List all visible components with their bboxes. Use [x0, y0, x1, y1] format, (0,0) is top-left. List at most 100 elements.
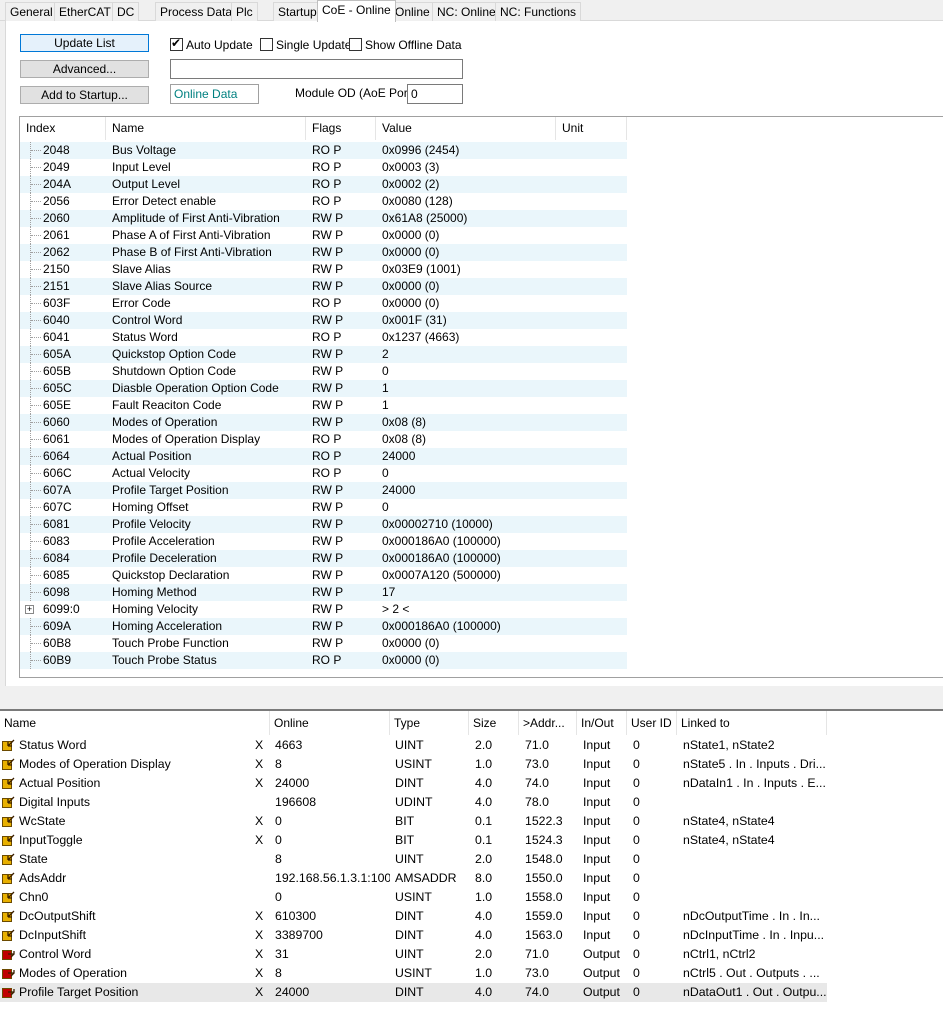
cell-flags: RW P: [312, 398, 344, 412]
list-item[interactable]: 6081 Profile Velocity RW P 0x00002710 (1000…: [20, 516, 627, 533]
tab-general[interactable]: General: [5, 2, 58, 21]
column-header-index[interactable]: Index: [20, 117, 106, 140]
tab-nc-functions[interactable]: NC: Functions: [495, 2, 582, 21]
list-item[interactable]: 606C Actual Velocity RO P 0: [20, 465, 627, 482]
tab-online[interactable]: Online: [390, 2, 435, 21]
list-item[interactable]: 6064 Actual Position RO P 24000: [20, 448, 627, 465]
tab-plc[interactable]: Plc: [231, 2, 258, 21]
list-item[interactable]: 6085 Quickstop Declaration RW P 0x0007A120 …: [20, 567, 627, 584]
list-item[interactable]: 6084 Profile Deceleration RW P 0x000186A0 (…: [20, 550, 627, 567]
list-item[interactable]: 2060 Amplitude of First Anti-Vibration RW …: [20, 210, 627, 227]
list-item[interactable]: 2150 Slave Alias RW P 0x03E9 (1001): [20, 261, 627, 278]
table-row[interactable]: Digital Inputs 196608 UDINT 4.0 78.0 Input 0: [0, 793, 827, 812]
list-item[interactable]: 609A Homing Acceleration RW P 0x000186A0 (1…: [20, 618, 627, 635]
column-header-flags[interactable]: Flags: [306, 117, 376, 140]
list-item[interactable]: 2151 Slave Alias Source RW P 0x0000 (0): [20, 278, 627, 295]
list-item[interactable]: 605A Quickstop Option Code RW P 2: [20, 346, 627, 363]
list-item[interactable]: 6083 Profile Acceleration RW P 0x000186A0 (…: [20, 533, 627, 550]
table-row[interactable]: Actual Position X 24000 DINT 4.0 74.0 Input 0 nD…: [0, 774, 827, 793]
update-list-button[interactable]: Update List: [20, 34, 149, 52]
tab-dc[interactable]: DC: [112, 2, 140, 21]
tab-ethercat[interactable]: EtherCAT: [54, 2, 116, 21]
column-header-name[interactable]: Name: [106, 117, 306, 140]
cell-name: Profile Deceleration: [112, 551, 217, 565]
table-row[interactable]: Modes of Operation Display X 8 USINT 1.0 73.0…: [0, 755, 827, 774]
module-od-input[interactable]: 0: [407, 84, 463, 104]
variables-grid[interactable]: Name Online Type Size >Addr... In/Out Us…: [0, 711, 943, 1033]
cell-value: 1: [382, 381, 389, 395]
show-offline-data-checkbox[interactable]: Show Offline Data: [349, 37, 462, 53]
column-header-type[interactable]: Type: [390, 711, 469, 735]
expand-plus-icon[interactable]: +: [25, 605, 34, 614]
cell-online: 24000: [275, 776, 310, 790]
auto-update-checkbox[interactable]: ✔ Auto Update: [170, 36, 253, 53]
list-item[interactable]: 2048 Bus Voltage RO P 0x0996 (2454): [20, 142, 627, 159]
list-item[interactable]: 605C Diasble Operation Option Code RW P 1: [20, 380, 627, 397]
cell-name: Profile Target Position: [19, 985, 139, 999]
cell-index: 6040: [43, 313, 70, 327]
tab-coe-online[interactable]: CoE - Online: [317, 0, 396, 22]
list-item[interactable]: 6040 Control Word RW P 0x001F (31): [20, 312, 627, 329]
column-header-addr[interactable]: >Addr...: [519, 711, 577, 735]
list-item[interactable]: +6099:0 Homing Velocity RW P > 2 <: [20, 601, 627, 618]
cell-value: 0x0000 (0): [382, 296, 440, 310]
cell-name: Profile Acceleration: [112, 534, 215, 548]
table-row[interactable]: Modes of Operation X 8 USINT 1.0 73.0 Output 0 n…: [0, 964, 827, 983]
list-item[interactable]: 6041 Status Word RO P 0x1237 (4663): [20, 329, 627, 346]
column-header-online[interactable]: Online: [270, 711, 390, 735]
table-row[interactable]: Control Word X 31 UINT 2.0 71.0 Output 0 nCtrl1,…: [0, 945, 827, 964]
column-header-user-id[interactable]: User ID: [627, 711, 677, 735]
list-item[interactable]: 6061 Modes of Operation Display RO P 0x08 (…: [20, 431, 627, 448]
table-row[interactable]: AdsAddr 192.168.56.1.3.1:1001 AMSADDR 8.0 15…: [0, 869, 827, 888]
tab-process-data[interactable]: Process Data: [155, 2, 238, 21]
table-row[interactable]: Profile Target Position X 24000 DINT 4.0 74.0…: [0, 983, 827, 1002]
column-header-value[interactable]: Value: [376, 117, 556, 140]
table-row[interactable]: WcState X 0 BIT 0.1 1522.3 Input 0 nState4, nSta…: [0, 812, 827, 831]
list-item[interactable]: 6098 Homing Method RW P 17: [20, 584, 627, 601]
list-item[interactable]: 2061 Phase A of First Anti-Vibration RW P 0…: [20, 227, 627, 244]
cell-size: 4.0: [475, 909, 493, 923]
table-row[interactable]: DcInputShift X 3389700 DINT 4.0 1563.0 Input 0 n…: [0, 926, 827, 945]
list-item[interactable]: 2062 Phase B of First Anti-Vibration RW P 0…: [20, 244, 627, 261]
cell-flags: RW P: [312, 364, 344, 378]
column-header-in-out[interactable]: In/Out: [577, 711, 627, 735]
search-input[interactable]: [170, 59, 463, 79]
column-header-size[interactable]: Size: [469, 711, 519, 735]
tab-nc-online[interactable]: NC: Online: [432, 2, 501, 21]
column-header-linked-to[interactable]: Linked to: [677, 711, 827, 735]
list-item[interactable]: 607C Homing Offset RW P 0: [20, 499, 627, 516]
column-header-name[interactable]: Name: [0, 711, 270, 735]
list-item[interactable]: 60B8 Touch Probe Function RW P 0x0000 (0): [20, 635, 627, 652]
cell-linked-to: nState4, nState4: [683, 814, 775, 828]
single-update-checkbox[interactable]: Single Update: [260, 37, 351, 53]
list-item[interactable]: 603F Error Code RO P 0x0000 (0): [20, 295, 627, 312]
list-item[interactable]: 605B Shutdown Option Code RW P 0: [20, 363, 627, 380]
cell-name: Slave Alias Source: [112, 279, 213, 293]
advanced-button[interactable]: Advanced...: [20, 60, 149, 78]
cell-name: Phase B of First Anti-Vibration: [112, 245, 272, 259]
tree-line: [30, 397, 42, 414]
tree-line: [30, 652, 42, 669]
cell-index: 2062: [43, 245, 70, 259]
table-row[interactable]: InputToggle X 0 BIT 0.1 1524.3 Input 0 nState4, …: [0, 831, 827, 850]
list-item[interactable]: 6060 Modes of Operation RW P 0x08 (8): [20, 414, 627, 431]
cell-type: DINT: [395, 928, 424, 942]
list-item[interactable]: 204A Output Level RO P 0x0002 (2): [20, 176, 627, 193]
list-item[interactable]: 60B9 Touch Probe Status RO P 0x0000 (0): [20, 652, 627, 669]
coe-object-list[interactable]: Index Name Flags Value Unit 2048 Bus Volt…: [19, 116, 943, 678]
list-item[interactable]: 2056 Error Detect enable RO P 0x0080 (128): [20, 193, 627, 210]
add-to-startup-button[interactable]: Add to Startup...: [20, 86, 149, 104]
list-item[interactable]: 2049 Input Level RO P 0x0003 (3): [20, 159, 627, 176]
cell-flags: RW P: [312, 534, 344, 548]
table-row[interactable]: Chn0 0 USINT 1.0 1558.0 Input 0: [0, 888, 827, 907]
table-row[interactable]: State 8 UINT 2.0 1548.0 Input 0: [0, 850, 827, 869]
table-row[interactable]: Status Word X 4663 UINT 2.0 71.0 Input 0 nState1…: [0, 736, 827, 755]
list-item[interactable]: 607A Profile Target Position RW P 24000: [20, 482, 627, 499]
cell-flags: RW P: [312, 211, 344, 225]
tab-startup[interactable]: Startup: [273, 2, 322, 21]
cell-value: 0x0000 (0): [382, 245, 440, 259]
column-header-unit[interactable]: Unit: [556, 117, 627, 140]
table-row[interactable]: DcOutputShift X 610300 DINT 4.0 1559.0 Input 0 n…: [0, 907, 827, 926]
checkbox-box: ✔: [170, 36, 183, 51]
list-item[interactable]: 605E Fault Reaciton Code RW P 1: [20, 397, 627, 414]
